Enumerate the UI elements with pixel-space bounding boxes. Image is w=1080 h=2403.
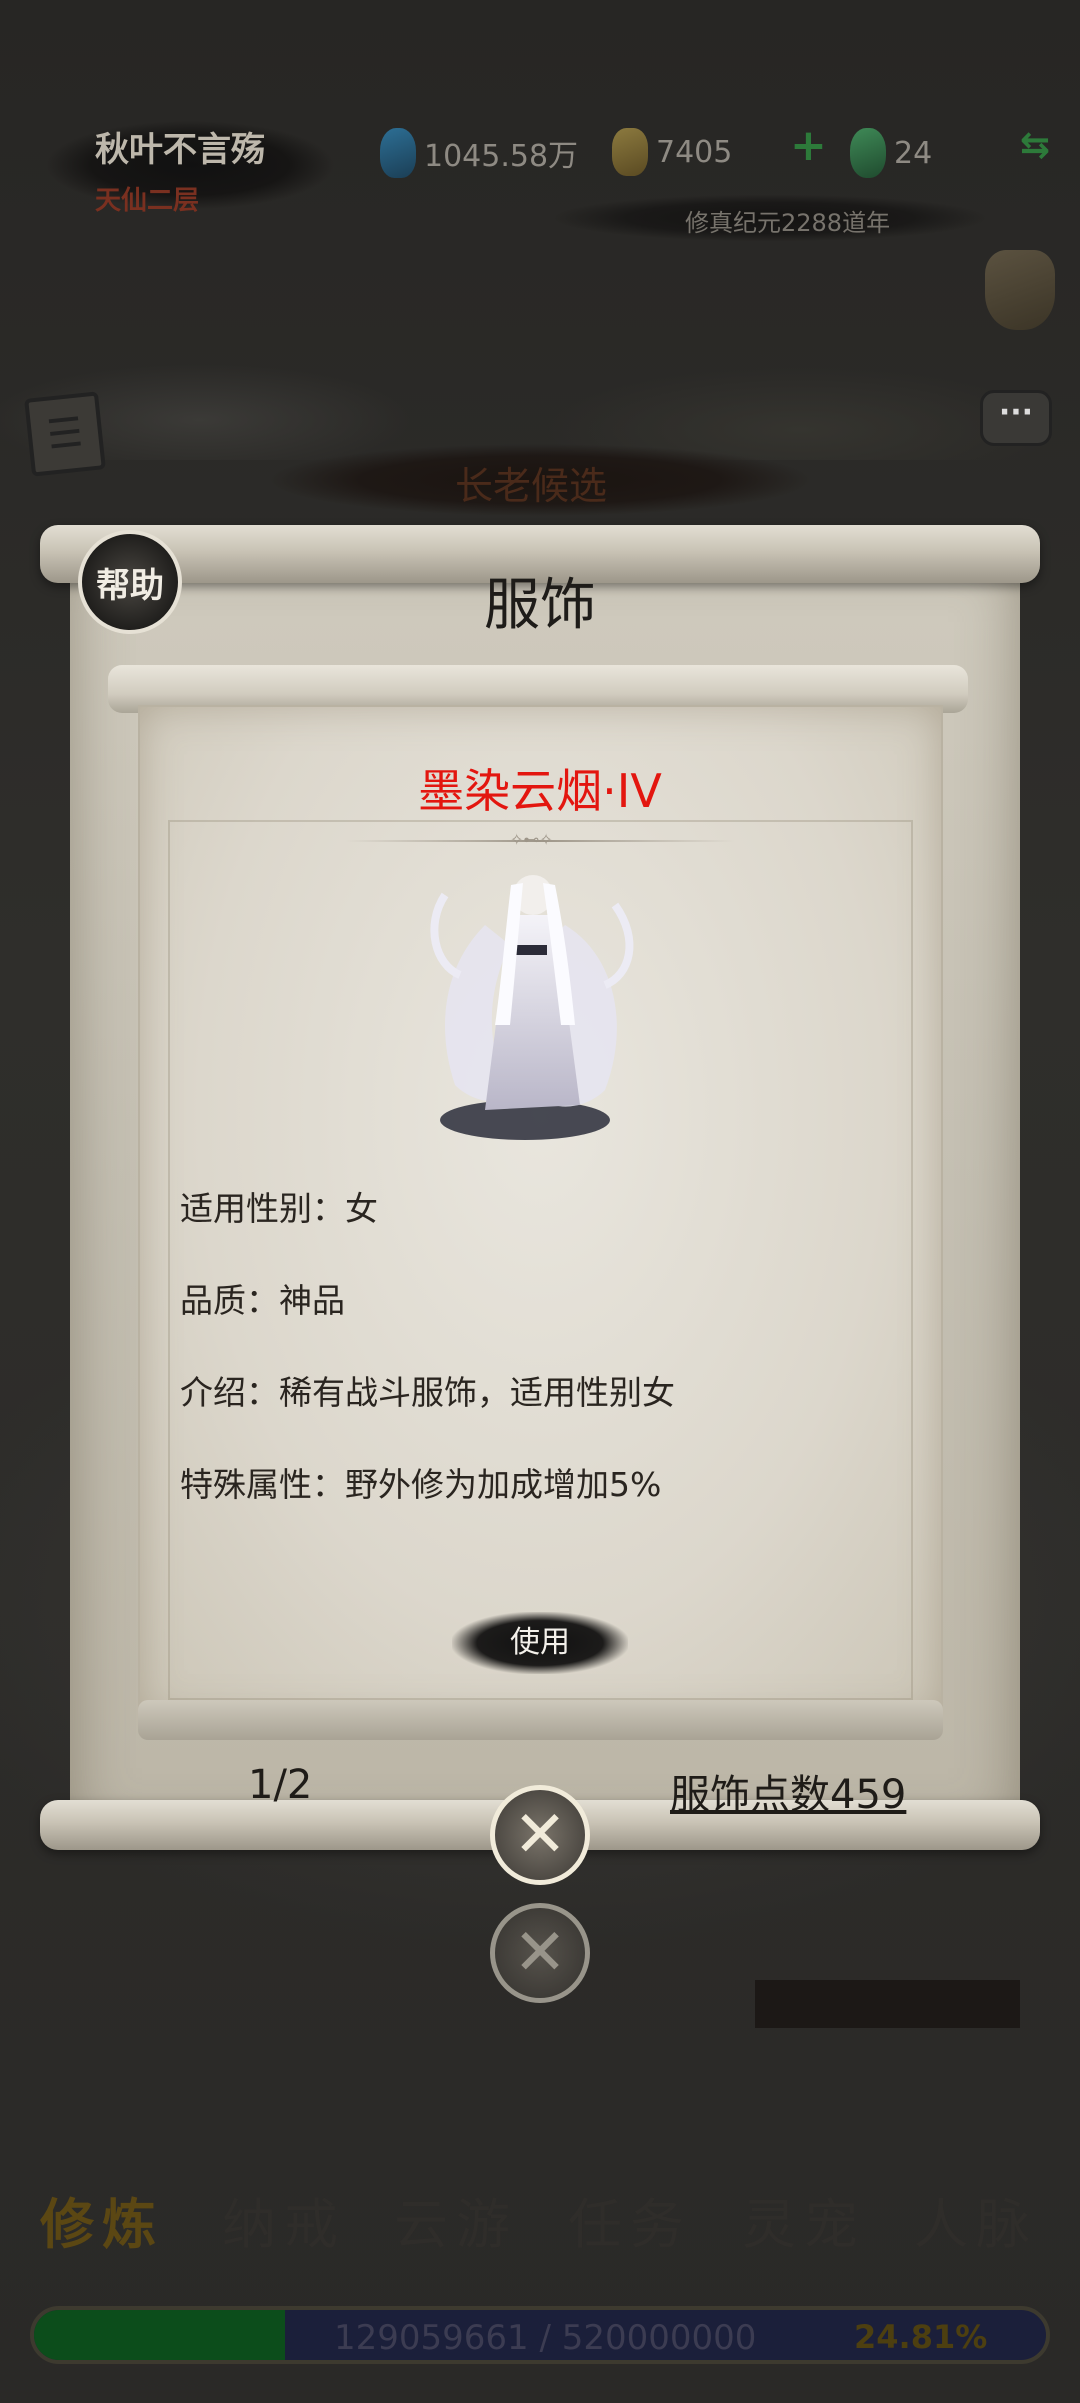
page-indicator: 1/2	[248, 1762, 313, 1808]
divider-ornament: ✧⊷✧	[510, 830, 553, 849]
attr-gender: 适用性别：女	[180, 1182, 378, 1230]
costume-points-link[interactable]: 服饰点数459	[670, 1762, 906, 1820]
attr-gender-label: 适用性别：	[180, 1189, 345, 1228]
attr-special-label: 特殊属性：	[180, 1465, 345, 1504]
close-icon: ✕	[513, 1798, 567, 1872]
background-close-button[interactable]: ✕	[490, 1903, 590, 2003]
close-button[interactable]: ✕	[490, 1785, 590, 1885]
attr-quality: 品质：神品	[180, 1274, 345, 1322]
use-button[interactable]: 使用	[452, 1612, 628, 1674]
dialog-title: 服饰	[484, 573, 596, 638]
attr-gender-value: 女	[345, 1189, 378, 1228]
card-bottom-rod	[138, 1700, 943, 1740]
attr-intro: 介绍：稀有战斗服饰，适用性别女	[180, 1366, 675, 1414]
attr-quality-value: 神品	[279, 1281, 345, 1320]
item-name: 墨染云烟·IV	[418, 764, 662, 818]
attr-quality-label: 品质：	[180, 1281, 279, 1320]
close-icon: ✕	[513, 1916, 567, 1990]
attr-intro-label: 介绍：	[180, 1373, 279, 1412]
attr-intro-value: 稀有战斗服饰，适用性别女	[279, 1373, 675, 1412]
attr-special-value: 野外修为加成增加5%	[345, 1465, 662, 1504]
costume-figure-image	[430, 875, 634, 1140]
attr-special: 特殊属性：野外修为加成增加5%	[180, 1458, 661, 1506]
